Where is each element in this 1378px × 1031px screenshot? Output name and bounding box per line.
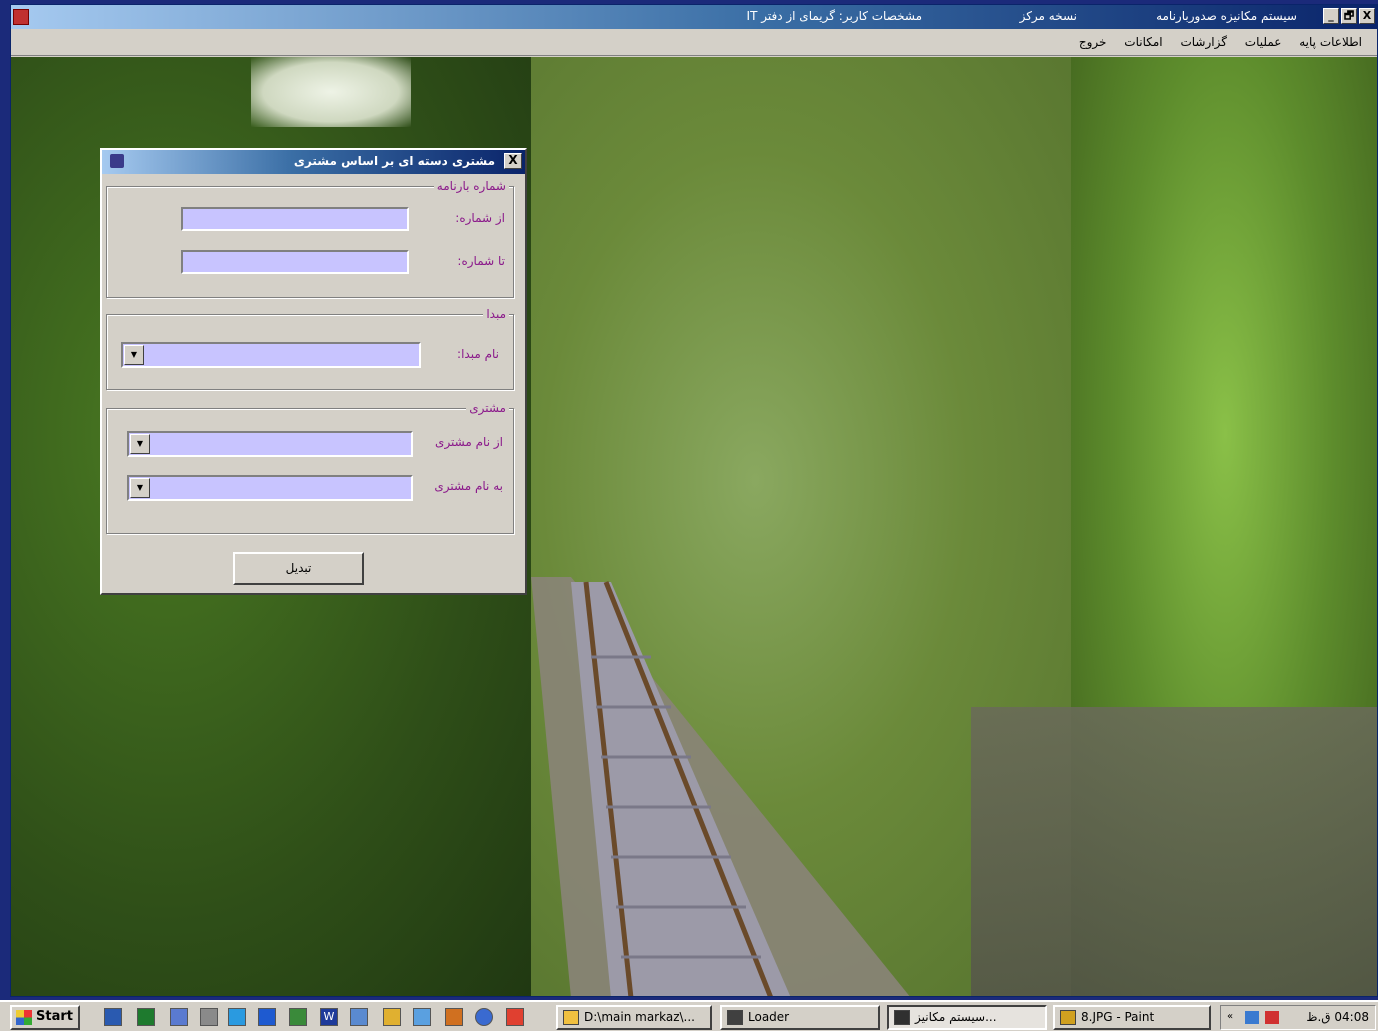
customer-from-label: از نام مشتری	[435, 435, 503, 449]
clock[interactable]: 04:08 ق.ظ	[1306, 1006, 1369, 1028]
dialog-title: مشتری دسته ای بر اساس مشتری	[293, 154, 495, 168]
app-icon	[13, 9, 29, 25]
menu-bar: اطلاعات پایه عملیات گزارشات امکانات خروج	[11, 29, 1377, 56]
main-titlebar[interactable]: X 🗗 _ سیستم مکانیزه صدوربارنامه نسخه مرک…	[11, 5, 1377, 29]
windows-logo-icon	[16, 1010, 32, 1025]
tree-icon[interactable]	[289, 1008, 307, 1026]
outlook-icon[interactable]	[104, 1008, 122, 1026]
menu-operations[interactable]: عملیات	[1238, 29, 1289, 55]
notepad-icon[interactable]	[170, 1008, 188, 1026]
bill-from-input[interactable]	[181, 207, 409, 231]
group-customer: مشتری از نام مشتری ▼ به نام مشتری ▼	[106, 401, 514, 534]
customer-dialog: مشتری دسته ای بر اساس مشتری X شماره بارن…	[100, 148, 527, 595]
messenger-icon[interactable]	[228, 1008, 246, 1026]
group-origin: مبدا نام مبدا: ▼	[106, 307, 514, 390]
folder-icon	[563, 1010, 579, 1025]
volume-icon[interactable]	[1265, 1011, 1279, 1024]
dialog-close-button[interactable]: X	[504, 153, 522, 169]
origin-name-combo[interactable]: ▼	[121, 342, 421, 368]
app-icon	[727, 1010, 743, 1025]
sync-icon[interactable]	[413, 1008, 431, 1026]
bill-to-input[interactable]	[181, 250, 409, 274]
bill-from-label: از شماره:	[455, 211, 505, 225]
menu-reports[interactable]: گزارشات	[1173, 29, 1233, 55]
group-bill-legend: شماره بارنامه	[433, 179, 509, 193]
dialog-titlebar[interactable]: مشتری دسته ای بر اساس مشتری X	[102, 150, 525, 174]
customer-from-combo[interactable]: ▼	[127, 431, 413, 457]
menu-tools[interactable]: امکانات	[1117, 29, 1169, 55]
task-label: سیستم مکانیز...	[915, 1010, 997, 1024]
start-label: Start	[36, 1009, 73, 1024]
customer-to-combo[interactable]: ▼	[127, 475, 413, 501]
group-customer-legend: مشتری	[466, 401, 509, 415]
excel-icon[interactable]	[137, 1008, 155, 1026]
system-tray: « 04:08 ق.ظ	[1220, 1005, 1376, 1030]
paint-icon	[1060, 1010, 1076, 1025]
task-paint[interactable]: 8.JPG - Paint	[1053, 1005, 1211, 1030]
group-origin-legend: مبدا	[483, 307, 509, 321]
word-icon[interactable]: W	[320, 1008, 338, 1026]
menu-exit[interactable]: خروج	[1072, 29, 1114, 55]
close-button[interactable]: X	[1359, 8, 1375, 24]
explorer-icon[interactable]	[350, 1008, 368, 1026]
chevron-down-icon[interactable]: ▼	[124, 345, 144, 365]
task-label: Loader	[748, 1010, 790, 1024]
ie-icon[interactable]	[258, 1008, 276, 1026]
task-label: D:\main markaz\...	[584, 1010, 695, 1024]
app-user-info: مشخصات کاربر: گریمای از دفتر IT	[746, 9, 922, 23]
network-icon[interactable]	[1245, 1011, 1259, 1024]
customer-to-label: به نام مشتری	[434, 479, 503, 493]
app-title: سیستم مکانیزه صدوربارنامه	[1156, 9, 1297, 23]
origin-name-label: نام مبدا:	[457, 347, 499, 361]
convert-button[interactable]: تبدیل	[233, 552, 364, 585]
app-icon	[894, 1010, 910, 1025]
chevron-down-icon[interactable]: ▼	[130, 434, 150, 454]
task-label: 8.JPG - Paint	[1081, 1010, 1155, 1024]
media-icon[interactable]	[475, 1008, 493, 1026]
network-icon[interactable]	[200, 1008, 218, 1026]
bill-to-label: تا شماره:	[457, 254, 505, 268]
menu-base-info[interactable]: اطلاعات پایه	[1292, 29, 1369, 55]
restore-button[interactable]: 🗗	[1341, 8, 1357, 24]
group-bill-number: شماره بارنامه از شماره: تا شماره:	[106, 179, 514, 298]
taskbar: Start W D:\main markaz\... Loader سیستم …	[0, 1000, 1378, 1031]
java-icon[interactable]	[445, 1008, 463, 1026]
minimize-button[interactable]: _	[1323, 8, 1339, 24]
folder-icon[interactable]	[383, 1008, 401, 1026]
collapse-icon[interactable]: «	[1227, 1011, 1241, 1024]
start-button[interactable]: Start	[10, 1005, 80, 1030]
dialog-app-icon	[110, 154, 124, 168]
app-branch: نسخه مرکز	[1019, 9, 1077, 23]
chevron-down-icon[interactable]: ▼	[130, 478, 150, 498]
task-loader[interactable]: Loader	[720, 1005, 880, 1030]
paint-icon[interactable]	[506, 1008, 524, 1026]
task-explorer[interactable]: D:\main markaz\...	[556, 1005, 712, 1030]
task-main-app[interactable]: سیستم مکانیز...	[887, 1005, 1047, 1030]
